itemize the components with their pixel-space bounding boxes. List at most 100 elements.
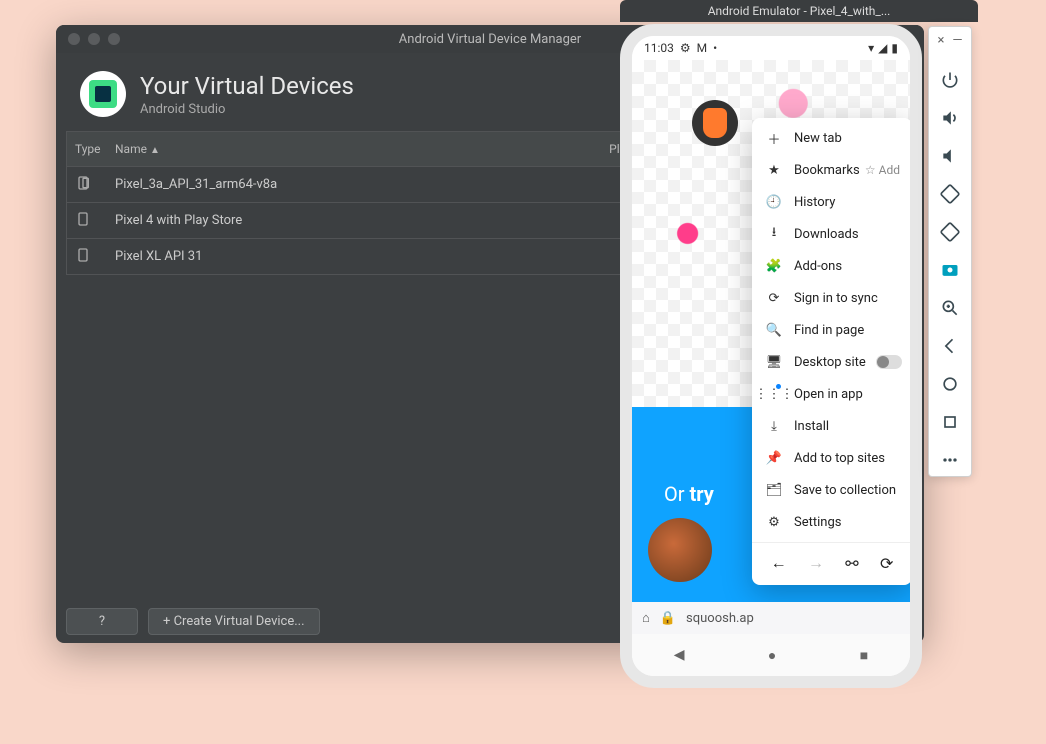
toolbar-close-button[interactable]: × [937,33,944,48]
toolbar-more-icon[interactable] [940,450,960,470]
menu-item-save-collection[interactable]: 🗂 Save to collection [752,474,912,506]
emulator-title: Android Emulator - Pixel_4_with_... [708,4,891,18]
emulator-side-toolbar: × — [928,26,972,477]
col-name[interactable]: Name▲ [107,142,605,156]
phone-icon [75,175,91,191]
home-icon[interactable]: ⌂ [642,610,650,626]
nav-forward-icon: → [808,553,824,573]
desktop-icon: 🖥 [766,354,782,370]
plus-icon: ＋ [766,130,782,146]
device-name: Pixel 4 with Play Store [107,213,605,228]
puzzle-icon: 🧩 [766,258,782,274]
menu-label: New tab [794,131,842,146]
create-virtual-device-button[interactable]: + Create Virtual Device... [148,608,320,635]
nav-back-icon[interactable]: ← [771,553,787,573]
col-type[interactable]: Type [67,142,107,156]
sync-icon: ⟳ [766,290,782,306]
sort-asc-icon: ▲ [150,145,160,156]
zoom-dot[interactable] [108,33,120,45]
menu-item-desktop-site[interactable]: 🖥 Desktop site [752,346,912,378]
rotate-right-icon[interactable] [940,222,960,242]
menu-label: History [794,195,835,210]
device-name: Pixel XL API 31 [107,249,605,264]
menu-label: Bookmarks [794,163,860,178]
toolbar-back-icon[interactable] [940,336,960,356]
try-text: Or try [664,482,714,506]
menu-item-history[interactable]: 🕘 History [752,186,912,218]
url-text[interactable]: squoosh.ap [686,611,754,626]
install-icon: ⤓ [766,418,782,434]
menu-item-top-sites[interactable]: 📌 Add to top sites [752,442,912,474]
menu-item-addons[interactable]: 🧩Add-ons [752,250,912,282]
android-studio-logo-icon [80,71,126,117]
clock-icon: 🕘 [766,194,782,210]
minimize-dot[interactable] [88,33,100,45]
menu-label: Add to top sites [794,451,885,466]
nav-share-icon[interactable]: ⚯ [845,554,858,573]
battery-icon: ▮ [891,41,898,55]
desktop-site-toggle[interactable] [876,355,902,369]
avd-header-title: Your Virtual Devices [140,72,354,100]
avd-header-subtitle: Android Studio [140,102,354,117]
screenshot-icon[interactable] [940,260,960,280]
nav-reload-icon[interactable]: ⟳ [880,554,893,573]
power-icon[interactable] [940,70,960,90]
menu-label: Save to collection [794,483,896,498]
close-dot[interactable] [68,33,80,45]
toolbar-home-icon[interactable] [940,374,960,394]
collection-icon: 🗂 [766,482,782,498]
help-button[interactable]: ? [66,608,138,635]
phone-icon [75,247,91,263]
nav-recents-button[interactable]: ■ [860,647,868,664]
menu-label: Desktop site [794,355,866,370]
device-name: Pixel_3a_API_31_arm64-v8a [107,177,605,192]
menu-item-find[interactable]: 🔍 Find in page [752,314,912,346]
bookmarks-add-link[interactable]: ☆ Add [865,163,900,177]
volume-up-icon[interactable] [940,108,960,128]
nav-home-button[interactable]: ● [768,647,776,664]
toolbar-minimize-button[interactable]: — [952,33,962,48]
gear-status-icon: ⚙ [680,41,691,55]
pin-icon: 📌 [766,450,782,466]
notification-dot-icon [776,384,781,389]
wifi-icon: ▾ [868,41,874,55]
dot-status-icon: • [713,41,717,55]
menu-item-settings[interactable]: ⚙Settings [752,506,912,538]
rotate-left-icon[interactable] [940,184,960,204]
menu-label: Install [794,419,829,434]
window-controls[interactable] [68,33,120,45]
avd-window-title: Android Virtual Device Manager [399,32,581,47]
download-icon: ⭳ [766,226,782,242]
menu-label: Find in page [794,323,864,338]
menu-label: Sign in to sync [794,291,878,306]
menu-item-bookmarks[interactable]: ★ Bookmarks ☆ Add [752,154,912,186]
android-statusbar: 11:03 ⚙ M • ▾ ◢ ▮ [632,36,910,60]
star-icon: ★ [766,162,782,178]
emulator-screen[interactable]: 11:03 ⚙ M • ▾ ◢ ▮ Or try ＋ New tab [632,36,910,676]
menu-item-downloads[interactable]: ⭳ Downloads [752,218,912,250]
phone-icon [75,211,91,227]
squoosh-logo-icon [692,100,738,146]
menu-item-new-tab[interactable]: ＋ New tab [752,122,912,154]
toolbar-overview-icon[interactable] [940,412,960,432]
search-icon: 🔍 [766,322,782,338]
mail-status-icon: M [697,41,707,55]
emulator-device-frame: 11:03 ⚙ M • ▾ ◢ ▮ Or try ＋ New tab [620,24,922,688]
menu-item-install[interactable]: ⤓ Install [752,410,912,442]
statusbar-clock: 11:03 [644,41,674,55]
browser-address-bar[interactable]: ⌂ 🔒 squoosh.ap [632,602,910,634]
zoom-icon[interactable] [940,298,960,318]
menu-item-open-in-app[interactable]: ⋮⋮⋮Open in app [752,378,912,410]
emulator-window: Android Emulator - Pixel_4_with_... 11:0… [620,0,978,688]
menu-nav-row: ← → ⚯ ⟳ [752,542,912,581]
menu-item-sign-in[interactable]: ⟳ Sign in to sync [752,282,912,314]
sample-image[interactable] [648,518,712,582]
lock-icon: 🔒 [660,611,676,626]
browser-overflow-menu: ＋ New tab ★ Bookmarks ☆ Add 🕘 History ⭳ Downl… [752,118,912,585]
signal-icon: ◢ [878,41,887,55]
emulator-titlebar[interactable]: Android Emulator - Pixel_4_with_... [620,0,978,22]
volume-down-icon[interactable] [940,146,960,166]
menu-label: Downloads [794,227,859,242]
nav-back-button[interactable]: ◀ [674,647,685,663]
menu-label: Settings [794,515,841,530]
